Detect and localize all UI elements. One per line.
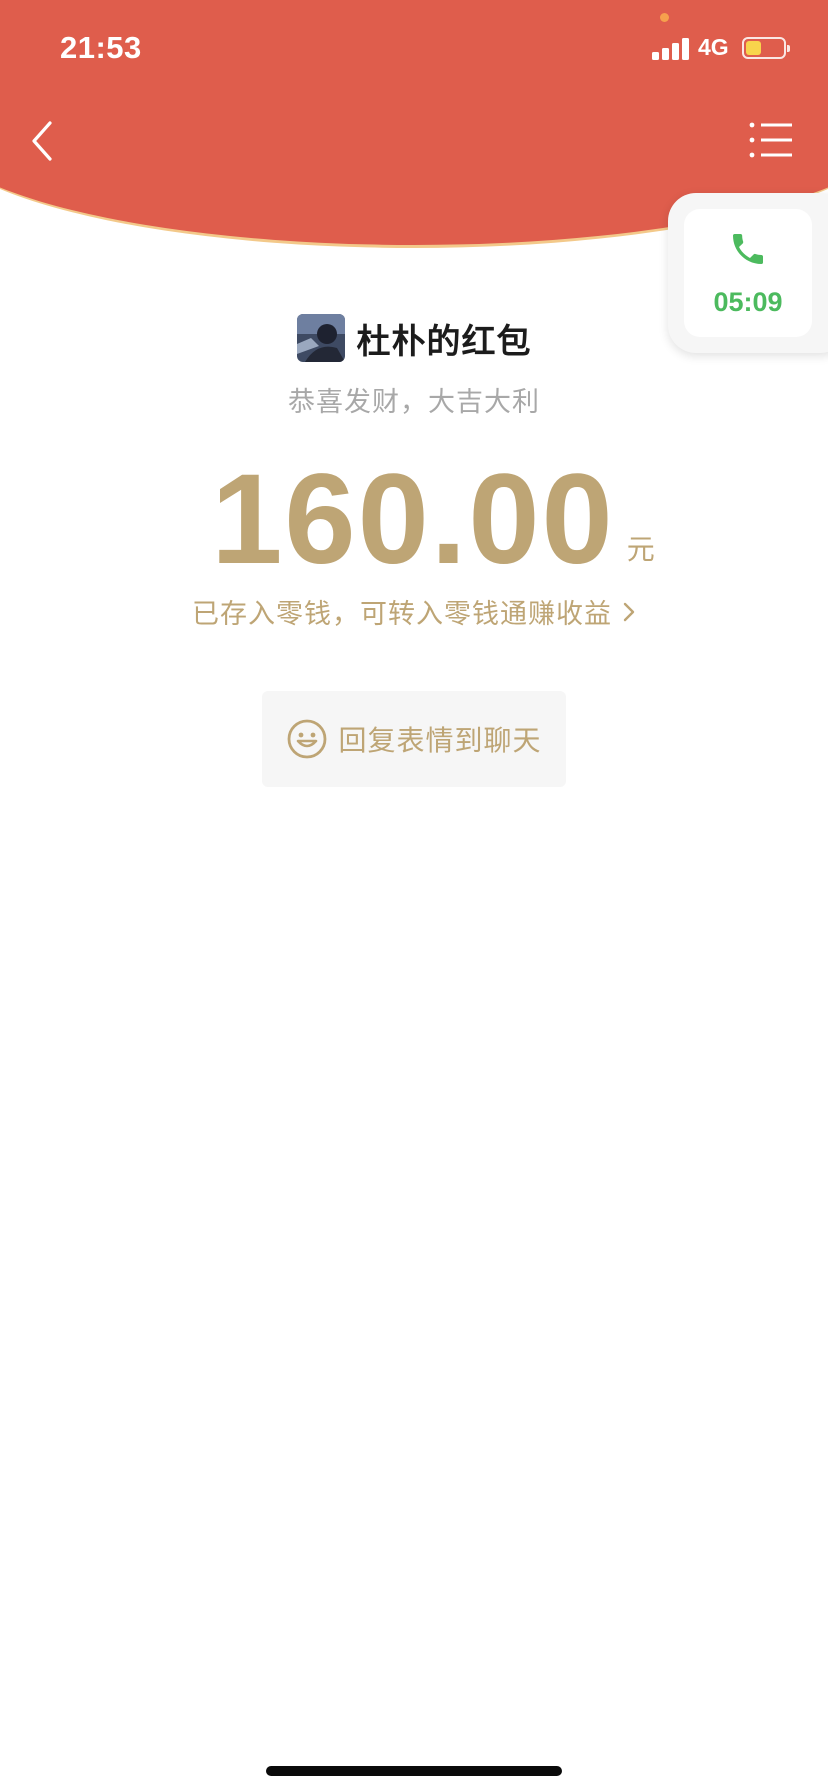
menu-button[interactable] bbox=[748, 120, 798, 160]
red-packet-detail-screen: 21:53 4G 05:09 杜朴的红包 恭喜发财，大吉大利 160.00 元 … bbox=[0, 0, 828, 1792]
balance-note: 已存入零钱，可转入零钱通赚收益 bbox=[192, 599, 612, 630]
reply-label: 回复表情到聊天 bbox=[338, 724, 542, 757]
battery-icon bbox=[742, 37, 790, 59]
smile-icon bbox=[288, 719, 327, 759]
avatar bbox=[296, 314, 345, 362]
chevron-right-icon bbox=[622, 600, 636, 631]
reply-sticker-button[interactable]: 回复表情到聊天 bbox=[262, 691, 566, 787]
phone-icon bbox=[733, 234, 763, 264]
amount-row: 160.00 元 bbox=[0, 448, 828, 591]
back-button[interactable] bbox=[24, 115, 64, 167]
currency-unit: 元 bbox=[626, 533, 655, 566]
blessing-message: 恭喜发财，大吉大利 bbox=[288, 387, 540, 418]
list-menu-icon bbox=[749, 122, 792, 158]
sender-title: 杜朴的红包 bbox=[356, 321, 532, 362]
network-type: 4G bbox=[698, 34, 729, 60]
signal-strength-icon bbox=[652, 36, 692, 60]
status-time: 21:53 bbox=[60, 30, 142, 65]
balance-transfer-link[interactable]: 已存入零钱，可转入零钱通赚收益 bbox=[0, 592, 828, 631]
sender-row: 杜朴的红包 bbox=[0, 313, 828, 363]
received-amount: 160.00 bbox=[211, 448, 615, 591]
home-indicator[interactable] bbox=[266, 1766, 562, 1776]
chevron-left-icon bbox=[32, 121, 52, 161]
battery-level bbox=[746, 41, 761, 55]
recording-indicator-dot bbox=[660, 13, 669, 22]
